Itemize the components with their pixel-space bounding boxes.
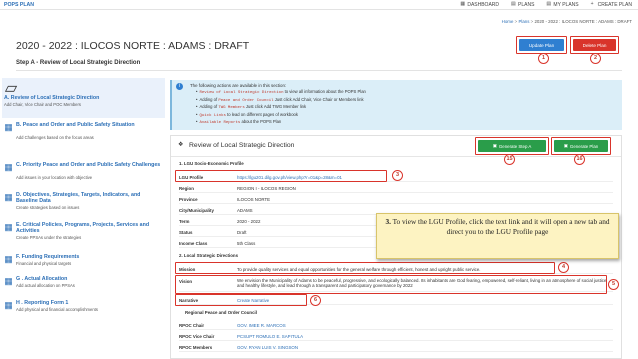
nav-dashboard[interactable]: ▦ DASHBOARD (460, 2, 499, 8)
top-nav: ▦ DASHBOARD ▤ PLANS ▤ MY PLANS + CREATE PLAN (460, 2, 632, 8)
annotation-box-5 (175, 275, 607, 294)
sidebar-item-title: B. Peace and Order and Public Safety Sit… (16, 122, 135, 128)
sidebar-item-step-b[interactable]: ▦ B. Peace and Order and Public Safety S… (2, 118, 165, 158)
my-plans-icon: ▤ (546, 1, 552, 7)
breadcrumb-sep: > (514, 19, 518, 24)
nav-plans[interactable]: ▤ PLANS (511, 2, 534, 8)
section-heading: Regional Peace and Order Council (185, 310, 257, 315)
tooltip-callout: 3. To view the LGU Profile, click the te… (376, 213, 619, 259)
sidebar-item-subtitle: Create PPSAs under the strategies (16, 235, 82, 240)
table-row: Region REGION I - ILOCOS REGION (179, 183, 613, 193)
sidebar-item-subtitle: Add issues in your location with objecti… (16, 175, 93, 180)
annotation-marker-15: 15 (504, 154, 515, 165)
breadcrumb-plans[interactable]: Plans (518, 19, 529, 24)
sidebar-item-title: A. Review of Local Strategic Direction (4, 95, 100, 101)
sidebar-item-step-a[interactable]: ▱ A. Review of Local Strategic Direction… (2, 78, 165, 118)
info-icon: i (176, 83, 183, 90)
annotation-box-3 (175, 170, 387, 182)
sidebar-item-subtitle: Add Chair, Vice Chair and POC Members (4, 102, 81, 107)
info-item: Available Reports about the POPS Plan (196, 119, 366, 127)
step-title: Step A - Review of Local Strategic Direc… (16, 60, 141, 66)
section-heading: 1. LGU Socio-Economic Profile (179, 161, 244, 166)
sidebar-item-title: H . Reporting Form 1 (16, 300, 69, 306)
annotation-marker-4: 4 (558, 262, 569, 273)
sidebar-item-step-f[interactable]: ▦ F. Funding Requirements Financial and … (2, 250, 165, 272)
panel-icon: ❖ (178, 142, 184, 148)
table-row: RPOC Vice Chair PCSUPT ROMULO E. SAPITULA (179, 331, 613, 341)
annotation-marker-6: 6 (310, 295, 321, 306)
nav-plans-label: PLANS (518, 1, 535, 8)
sidebar-item-subtitle: Add Challenges based on the focus areas (16, 135, 94, 140)
nav-create-plan[interactable]: + CREATE PLAN (591, 2, 632, 8)
sidebar-item-step-c[interactable]: ▦ C. Priority Peace and Order and Public… (2, 158, 165, 188)
info-item: Quick Links to lead on different pages o… (196, 112, 366, 120)
table-row: Province ILOCOS NORTE (179, 194, 613, 204)
section-heading: 2. Local Strategic Directions (179, 253, 239, 258)
divider (16, 70, 622, 71)
generate-plan-button[interactable]: ▣ Generate Plan (554, 140, 608, 152)
sidebar-item-title: C. Priority Peace and Order and Public S… (16, 162, 161, 168)
dashboard-icon: ▦ (460, 1, 466, 7)
update-plan-button[interactable]: Update Plan (519, 39, 564, 51)
info-lead: The following actions are available in t… (190, 83, 287, 88)
breadcrumb-sep: > (530, 19, 534, 24)
top-navbar: POPS PLAN ▦ DASHBOARD ▤ PLANS ▤ MY PLANS + C… (0, 0, 638, 10)
generate-step-a-button[interactable]: ▣ Generate Step A (478, 140, 546, 152)
breadcrumb: Home > Plans > 2020 - 2022 : ILOCOS NORT… (502, 19, 632, 24)
callout-text: To view the LGU Profile, click the text … (390, 217, 610, 236)
delete-plan-button[interactable]: Delete Plan (573, 39, 616, 51)
annotation-marker-3: 3 (392, 170, 403, 181)
annotation-marker-2: 2 (590, 53, 601, 64)
step-sidebar: ▱ A. Review of Local Strategic Direction… (2, 78, 165, 318)
annotation-marker-16: 16 (574, 154, 585, 165)
table-icon: ▦ (4, 276, 13, 286)
table-row: RPOC Members GOV. RYAN LUIS V. SINGSON (179, 342, 613, 352)
table-icon: ▦ (4, 254, 13, 264)
table-icon: ▦ (4, 192, 13, 202)
nav-create-plan-label: CREATE PLAN (597, 1, 632, 8)
info-item: Review of Local Strategic Direction to v… (196, 89, 365, 97)
sidebar-item-title: F. Funding Requirements (16, 254, 80, 260)
table-icon: ▦ (4, 222, 13, 232)
breadcrumb-home[interactable]: Home (502, 19, 514, 24)
table-icon: ▦ (4, 122, 13, 132)
sidebar-item-title: G . Actual Allocation (16, 276, 68, 282)
sidebar-item-title: D. Objectives, Strategies, Targets, Indi… (16, 192, 141, 204)
sidebar-item-subtitle: Financial and physical targets (16, 261, 72, 266)
sidebar-item-step-e[interactable]: ▦ E. Critical Policies, Programs, Projec… (2, 218, 165, 250)
table-row: RPOC Chair GOV. IMEE R. MARCOS (179, 320, 613, 330)
annotation-marker-1: 1 (538, 53, 549, 64)
breadcrumb-current: 2020 - 2022 : ILOCOS NORTE : ADAMS : DRA… (534, 19, 632, 24)
annotation-box-6 (175, 294, 307, 306)
plans-icon: ▤ (511, 1, 516, 7)
sidebar-item-subtitle: Add physical and financial accomplishmen… (16, 307, 98, 312)
panel-title: Review of Local Strategic Direction (189, 142, 295, 149)
annotation-marker-5: 5 (608, 279, 619, 290)
sidebar-item-step-g[interactable]: ▦ G . Actual Allocation Add actual alloc… (2, 272, 165, 296)
plus-icon: + (590, 1, 594, 7)
info-alert: i The following actions are available in… (170, 80, 622, 130)
annotation-box-4 (175, 262, 555, 274)
document-icon: ▣ (492, 143, 497, 148)
sidebar-item-subtitle: Create strategies based on issues (16, 205, 80, 210)
nav-my-plans-label: MY PLANS (553, 1, 579, 8)
info-list: Review of Local Strategic Direction to v… (196, 89, 366, 127)
sidebar-item-subtitle: Add actual allocation on PPSAs (16, 283, 75, 288)
table-icon: ▦ (4, 300, 13, 310)
document-icon: ▣ (563, 143, 568, 148)
info-item: Adding of Peace and Order Council Just c… (196, 97, 366, 105)
table-icon: ▦ (4, 162, 13, 172)
nav-dashboard-label: DASHBOARD (467, 1, 500, 8)
sidebar-item-title: E. Critical Policies, Programs, Projects… (16, 222, 150, 234)
info-item: Adding of TWG Members Just click Add TWG… (196, 104, 366, 112)
brand-logo[interactable]: POPS PLAN (4, 2, 34, 8)
nav-my-plans[interactable]: ▤ MY PLANS (546, 2, 578, 8)
sidebar-item-step-h[interactable]: ▦ H . Reporting Form 1 Add physical and … (2, 296, 165, 318)
page-title: 2020 - 2022 : ILOCOS NORTE : ADAMS : DRA… (16, 40, 250, 52)
sidebar-item-step-d[interactable]: ▦ D. Objectives, Strategies, Targets, In… (2, 188, 165, 218)
